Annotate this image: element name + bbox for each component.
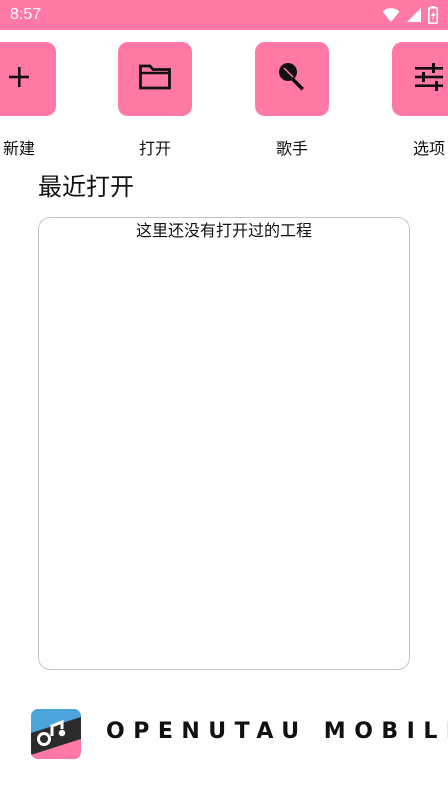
- status-time: 8:57: [10, 6, 42, 23]
- singers-tile[interactable]: [255, 42, 329, 116]
- new-project-tile[interactable]: [0, 42, 56, 116]
- open-project-button[interactable]: 打开: [118, 42, 192, 162]
- singers-label: 歌手: [275, 139, 308, 158]
- recent-projects-list[interactable]: 这里还没有打开过的工程: [38, 217, 410, 670]
- new-project-button[interactable]: 新建: [0, 42, 56, 162]
- open-project-tile[interactable]: [118, 42, 192, 116]
- status-bar: 8:57: [0, 0, 448, 30]
- openutau-logo: [31, 709, 81, 759]
- singers-button[interactable]: 歌手: [255, 42, 329, 162]
- recent-title: 最近打开: [38, 173, 134, 201]
- new-project-label: 新建: [2, 139, 35, 158]
- options-tile[interactable]: [392, 42, 448, 116]
- brand-name: OPENUTAU MOBILE: [106, 719, 448, 744]
- folder-icon: [138, 63, 172, 95]
- battery-charging-icon: [428, 6, 438, 24]
- options-label: 选项: [412, 139, 445, 158]
- open-project-label: 打开: [138, 139, 171, 158]
- cellular-signal-icon: [406, 7, 422, 23]
- plus-icon: [7, 65, 31, 93]
- microphone-icon: [275, 60, 309, 98]
- status-icons: [382, 6, 438, 24]
- tune-sliders-icon: [412, 62, 446, 96]
- recent-empty-message: 这里还没有打开过的工程: [135, 221, 312, 240]
- action-row: 新建 打开 歌手 选项: [0, 42, 448, 162]
- wifi-icon: [382, 7, 400, 23]
- options-button[interactable]: 选项: [392, 42, 448, 162]
